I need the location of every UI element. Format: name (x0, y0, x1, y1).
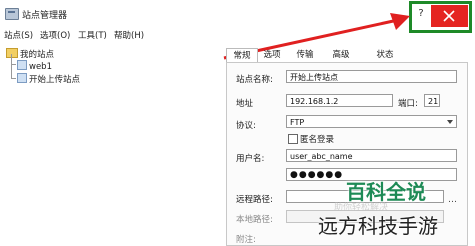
port-field[interactable]: 21 (424, 94, 440, 107)
yuanfang-watermark: 远方科技手游 (318, 214, 438, 238)
menu-help[interactable]: 帮助(H) (114, 29, 144, 41)
folder-icon (6, 48, 18, 58)
menu-tools[interactable]: 工具(T) (78, 29, 107, 41)
window-title: 站点管理器 (22, 11, 68, 21)
tab-bar: 常规 选项 传输 高级 状态 (226, 48, 475, 63)
protocol-value: FTP (290, 118, 305, 127)
username-field[interactable]: user_abc_name (286, 149, 457, 162)
address-label: 地址 (236, 99, 254, 109)
tree-connector (11, 64, 16, 65)
site-name-label: 站点名称: (236, 75, 273, 85)
tree-item-web1[interactable]: web1 (17, 60, 52, 72)
tab-advanced[interactable]: 高级 (326, 48, 356, 63)
tab-status[interactable]: 状态 (368, 48, 402, 63)
address-field[interactable]: 192.168.1.2 (286, 94, 393, 107)
site-icon (17, 73, 27, 83)
tree-item-label: web1 (29, 62, 52, 72)
tree-item-upload-site[interactable]: 开始上传站点 (17, 73, 80, 85)
site-manager-icon (5, 8, 19, 20)
anonymous-label: 匿名登录 (300, 135, 335, 145)
tree-root-label: 我的站点 (20, 50, 55, 60)
tab-general[interactable]: 常规 (226, 48, 258, 63)
menu-options[interactable]: 选项(O) (40, 29, 70, 41)
username-label: 用户名: (236, 154, 265, 164)
site-icon (17, 60, 27, 70)
note-label: 附注: (236, 235, 256, 245)
site-name-field[interactable]: 开始上传站点 (286, 70, 457, 83)
tree-item-label: 开始上传站点 (29, 75, 81, 85)
chevron-down-icon (447, 120, 453, 124)
remote-path-label: 远程路径: (236, 195, 273, 205)
local-path-label: 本地路径: (236, 215, 273, 225)
protocol-select[interactable]: FTP (286, 115, 457, 128)
protocol-label: 协议: (236, 121, 256, 131)
close-button-highlight (409, 1, 472, 33)
tab-options[interactable]: 选项 (258, 48, 286, 63)
tree-connector (11, 54, 12, 79)
menu-site[interactable]: 站点(S) (4, 29, 33, 41)
menu-bar: 站点(S) 选项(O) 工具(T) 帮助(H) (0, 28, 240, 42)
anonymous-checkbox[interactable] (288, 134, 298, 144)
tree-root[interactable]: 我的站点 (6, 48, 54, 60)
port-label: 端口: (398, 99, 418, 109)
tab-transfer[interactable]: 传输 (290, 48, 320, 63)
tree-connector (11, 78, 16, 79)
more-icon: … (448, 195, 457, 205)
